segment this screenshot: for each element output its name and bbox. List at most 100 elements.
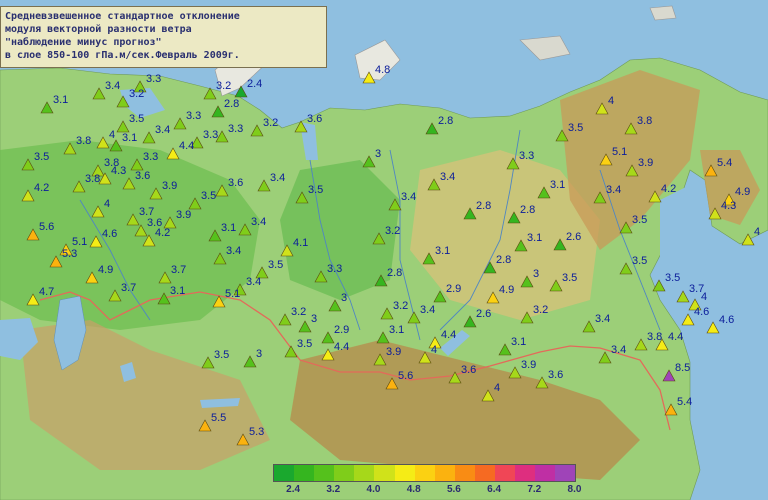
station-value-label: 5.6 (398, 370, 413, 382)
station-value-label: 3.6 (461, 364, 476, 376)
station-value-label: 5.1 (225, 288, 240, 300)
wrangel-island (649, 5, 677, 21)
station-value-label: 3.5 (632, 214, 647, 226)
station-value-label: 3.7 (171, 264, 186, 276)
station-value-label: 4.9 (499, 284, 514, 296)
station-value-label: 3.4 (606, 184, 621, 196)
station-value-label: 3.2 (393, 300, 408, 312)
station-value-label: 8.5 (675, 362, 690, 374)
station-value-label: 3.3 (143, 151, 158, 163)
legend-cell-3 (334, 465, 355, 481)
station-value-label: 3.4 (595, 313, 610, 325)
station-value-label: 3.1 (511, 336, 526, 348)
station-value-label: 3.4 (105, 80, 120, 92)
legend-cell-8 (434, 465, 455, 481)
station-value-label: 4.1 (293, 237, 308, 249)
station-value-label: 4 (431, 344, 437, 356)
station-value-label: 3.3 (186, 110, 201, 122)
legend-cell-10 (474, 465, 496, 481)
title-line-2: модуля векторной разности ветра (5, 24, 192, 35)
station-value-label: 3.2 (385, 225, 400, 237)
station-value-label: 4.2 (155, 227, 170, 239)
station-value-label: 5.4 (717, 157, 732, 169)
station-value-label: 4.8 (375, 64, 390, 76)
station-value-label: 3.1 (53, 94, 68, 106)
title-line-3: "наблюдение минус прогноз" (5, 37, 162, 48)
station-value-label: 3.5 (632, 255, 647, 267)
station-value-label: 4 (754, 226, 760, 238)
legend-cell-13 (535, 465, 556, 481)
station-value-label: 4.2 (34, 182, 49, 194)
station-value-label: 3 (375, 148, 381, 160)
station-value-label: 5.5 (211, 412, 226, 424)
station-value-label: 3.6 (135, 170, 150, 182)
station-value-label: 3.9 (638, 157, 653, 169)
station-value-label: 4 (109, 129, 115, 141)
station-value-label: 4.9 (98, 264, 113, 276)
station-value-label: 3 (533, 268, 539, 280)
station-value-label: 2.9 (446, 283, 461, 295)
station-value-label: 3 (341, 292, 347, 304)
station-value-label: 2.6 (566, 231, 581, 243)
station-value-label: 3.3 (146, 73, 161, 85)
station-value-label: 3.5 (562, 272, 577, 284)
station-value-label: 3.1 (389, 324, 404, 336)
station-value-label: 3.1 (550, 179, 565, 191)
station-value-label: 5.4 (677, 396, 692, 408)
station-value-label: 4.4 (441, 329, 456, 341)
station-value-label: 3 (311, 313, 317, 325)
legend-cell-6 (394, 465, 415, 481)
station-value-label: 4.2 (661, 183, 676, 195)
station-value-label: 3.5 (201, 190, 216, 202)
station-value-label: 2.6 (476, 308, 491, 320)
station-value-label: 3.8 (76, 135, 91, 147)
station-value-label: 2.8 (476, 200, 491, 212)
legend-tick-label: 6.4 (487, 484, 502, 495)
station-value-label: 3.4 (226, 245, 241, 257)
station-value-label: 3.3 (203, 129, 218, 141)
legend-tick-label: 2.4 (286, 484, 301, 495)
station-value-label: 4 (701, 291, 707, 303)
station-value-label: 3.6 (548, 369, 563, 381)
station-value-label: 2.8 (387, 267, 402, 279)
station-value-label: 2.8 (496, 254, 511, 266)
station-value-label: 3.4 (155, 124, 170, 136)
station-value-label: 3.9 (386, 346, 401, 358)
station-value-label: 3.4 (270, 172, 285, 184)
station-value-label: 3.4 (611, 344, 626, 356)
station-value-label: 3.5 (297, 338, 312, 350)
station-value-label: 3.9 (162, 180, 177, 192)
station-value-label: 3.4 (420, 304, 435, 316)
map-title-box: Средневзвешенное стандартное отклонение … (0, 6, 327, 68)
station-value-label: 4.7 (39, 286, 54, 298)
station-value-label: 3.1 (122, 132, 137, 144)
station-value-label: 3.8 (647, 331, 662, 343)
legend-tick-label: 5.6 (446, 484, 461, 495)
station-value-label: 3.3 (327, 263, 342, 275)
legend-color-bar (273, 464, 577, 482)
station-value-label: 3.5 (268, 259, 283, 271)
station-value-label: 2.8 (224, 98, 239, 110)
station-value-label: 3.4 (251, 216, 266, 228)
station-value-label: 2.9 (334, 324, 349, 336)
station-value-label: 5.1 (72, 236, 87, 248)
station-value-label: 2.4 (247, 78, 262, 90)
legend-tick-label: 8.0 (567, 484, 582, 495)
legend-cell-1 (294, 465, 315, 481)
station-value-label: 3.8 (637, 115, 652, 127)
station-value-label: 3.4 (246, 276, 261, 288)
station-value-label: 4 (494, 382, 500, 394)
station-value-label: 5.1 (612, 146, 627, 158)
station-value-label: 3.5 (129, 113, 144, 125)
station-value-label: 3.2 (291, 306, 306, 318)
station-value-label: 3.6 (228, 177, 243, 189)
station-value-label: 3.8 (85, 173, 100, 185)
station-value-label: 3.5 (214, 349, 229, 361)
station-value-label: 3.4 (401, 191, 416, 203)
station-value-label: 3.9 (521, 359, 536, 371)
station-value-label: 3.5 (665, 272, 680, 284)
station-value-label: 3.1 (527, 232, 542, 244)
station-value-label: 5.6 (39, 221, 54, 233)
station-value-label: 3.2 (129, 88, 144, 100)
station-value-label: 4.6 (102, 228, 117, 240)
